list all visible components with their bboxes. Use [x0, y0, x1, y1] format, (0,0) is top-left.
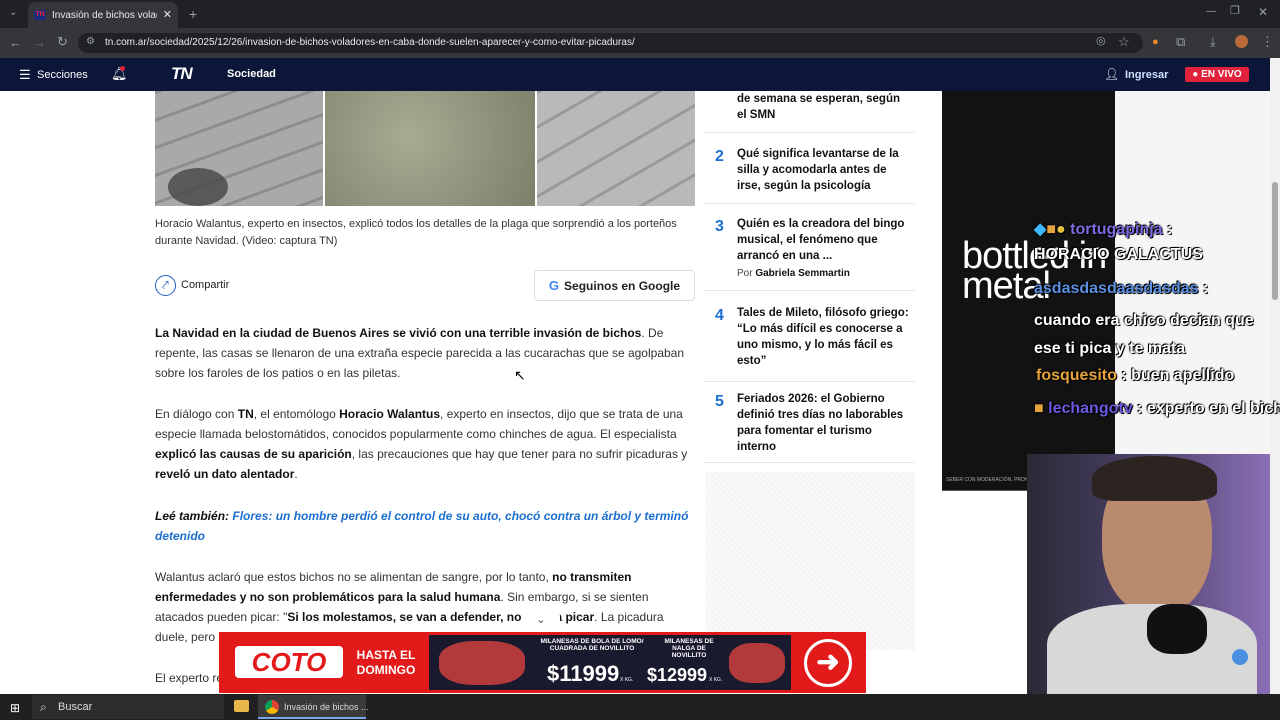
chat-message: ◆■● tortugapinja :: [1034, 221, 1173, 238]
ad-slogan: HASTA EL DOMINGO: [356, 648, 416, 677]
browser-tab[interactable]: TN Invasión de bichos voladores e ✕: [28, 2, 178, 28]
ad-collapse-chevron-icon[interactable]: ⌄: [522, 613, 560, 632]
ad-offer-1: MILANESAS DE BOLA DE LOMO/ CUADRADA DE N…: [540, 638, 644, 652]
ad-unit-1: X KG.: [620, 677, 634, 683]
forward-icon[interactable]: →: [33, 36, 46, 49]
paragraph-1: La Navidad en la ciudad de Buenos Aires …: [155, 326, 685, 380]
extension-icon[interactable]: ●: [1152, 36, 1159, 48]
chat-badge-icon: ◆: [1034, 221, 1047, 238]
ad-price-2: $12999: [647, 665, 708, 685]
webcam-hair: [1092, 456, 1217, 501]
tab-title: Invasión de bichos voladores e: [52, 9, 157, 21]
search-icon: ⌕: [40, 700, 47, 714]
tn-logo-text: TN: [171, 64, 193, 83]
google-g-icon: G: [548, 278, 560, 293]
coto-ad-banner[interactable]: COTO HASTA EL DOMINGO MILANESAS DE BOLA …: [219, 632, 866, 693]
menu-kebab-icon[interactable]: ⋮: [1261, 35, 1274, 48]
coto-logo: COTO: [235, 646, 343, 678]
live-label: EN VIVO: [1201, 69, 1242, 80]
ad-meat-image: [729, 643, 785, 683]
live-button[interactable]: ● EN VIVO: [1185, 67, 1249, 82]
tab-favicon: TN: [34, 10, 46, 20]
share-icon[interactable]: ⤤: [155, 275, 176, 296]
article-image-center: [325, 91, 535, 206]
share-button[interactable]: Compartir: [181, 279, 229, 291]
image-caption: Horacio Walantus, experto en insectos, e…: [155, 218, 677, 247]
restore-icon[interactable]: ❐: [1230, 6, 1240, 17]
ad-price-1: $11999: [547, 661, 620, 686]
chat-badge-icon: ■: [1034, 400, 1044, 417]
window-close-icon[interactable]: ✕: [1258, 6, 1268, 18]
login-link[interactable]: Ingresar: [1125, 69, 1168, 81]
tab-search-icon[interactable]: ⌄: [9, 8, 17, 18]
chat-badge-icon: ■: [1046, 221, 1056, 238]
eye-off-icon[interactable]: ◎: [1096, 36, 1106, 47]
taskbar-chrome-label: Invasión de bichos ...: [284, 702, 369, 712]
paragraph-5: El experto re: [155, 671, 224, 685]
site-info-icon[interactable]: ⚙: [86, 37, 95, 47]
extensions-puzzle-icon[interactable]: ⧉: [1176, 35, 1185, 48]
file-explorer-icon[interactable]: [234, 700, 249, 712]
ad-meat-image: [439, 641, 525, 685]
chat-message-text: cuando era chico decian que ese ti pica …: [1034, 312, 1254, 357]
mouse-cursor: ↖: [514, 367, 526, 383]
most-read-item[interactable]: 5 Feriados 2026: el Gobierno definió tre…: [705, 382, 915, 463]
most-read-item[interactable]: de semana se esperan, según el SMN: [705, 91, 915, 133]
ad-product-panel: MILANESAS DE BOLA DE LOMO/ CUADRADA DE N…: [429, 635, 791, 690]
url-text[interactable]: tn.com.ar/sociedad/2025/12/26/invasion-d…: [105, 37, 635, 48]
tn-logo[interactable]: TN: [171, 65, 207, 83]
chat-message: ■ lechangotv : experto en el bicho: [1034, 400, 1280, 417]
windows-start-icon[interactable]: ⊞: [10, 701, 20, 715]
notification-dot: [120, 66, 125, 71]
back-icon[interactable]: ←: [9, 36, 22, 49]
chrome-icon: [265, 700, 279, 714]
section-title[interactable]: Sociedad: [227, 68, 276, 80]
most-read-item[interactable]: 2 Qué significa levantarse de la silla y…: [705, 133, 915, 204]
chat-message: asdasdasdaasdasdas :: [1034, 280, 1209, 297]
chat-message-text: HORACIO GALACTUS: [1034, 246, 1203, 263]
minimize-icon[interactable]: —: [1206, 7, 1216, 17]
new-tab-icon[interactable]: +: [189, 7, 197, 21]
article-image-right: [537, 91, 695, 206]
most-read-item[interactable]: 4 Tales de Mileto, filósofo griego: “Lo …: [705, 291, 915, 382]
google-follow-label: Seguinos en Google: [564, 278, 681, 293]
sidebar-ad-placeholder: [705, 472, 915, 650]
user-icon[interactable]: 👤︎: [1104, 67, 1119, 81]
taskbar-search-label: Buscar: [58, 701, 93, 713]
scrollbar-thumb[interactable]: [1272, 182, 1278, 300]
bookmark-star-icon[interactable]: ☆: [1118, 35, 1130, 48]
webcam-light: [1232, 649, 1248, 665]
google-follow-button[interactable]: G Seguinos en Google: [534, 270, 695, 301]
read-also-link[interactable]: Flores: un hombre perdió el control de s…: [155, 509, 688, 543]
chat-badge-icon: ●: [1055, 221, 1066, 238]
streamer-webcam: [1027, 454, 1270, 694]
chat-message: fosquesito : buen apellido: [1036, 367, 1235, 384]
profile-avatar[interactable]: [1235, 35, 1248, 48]
reload-icon[interactable]: ↻: [57, 35, 68, 48]
image-shadow: [168, 168, 228, 206]
taskbar-search[interactable]: ⌕ Buscar: [32, 695, 224, 719]
download-icon[interactable]: ⤓: [1210, 35, 1216, 48]
ad-arrow-icon[interactable]: ➜: [804, 639, 852, 687]
microphone-icon: [1147, 604, 1207, 654]
most-read-item[interactable]: 3 Quién es la creadora del bingo musical…: [705, 204, 915, 291]
ad-unit-2: X KG.: [709, 677, 723, 683]
ad-offer-2: MILANESAS DE NALGA DE NOVILLITO: [664, 638, 714, 659]
taskbar-chrome-button[interactable]: Invasión de bichos ...: [258, 695, 369, 719]
hamburger-icon[interactable]: ☰: [19, 67, 31, 83]
page-scrollbar[interactable]: [1270, 58, 1280, 694]
sections-button[interactable]: Secciones: [37, 69, 88, 81]
read-also: Leé también: Flores: un hombre perdió el…: [155, 509, 689, 543]
tab-close-icon[interactable]: ✕: [163, 9, 172, 21]
paragraph-2: En diálogo con TN, el entomólogo Horacio…: [155, 407, 688, 481]
